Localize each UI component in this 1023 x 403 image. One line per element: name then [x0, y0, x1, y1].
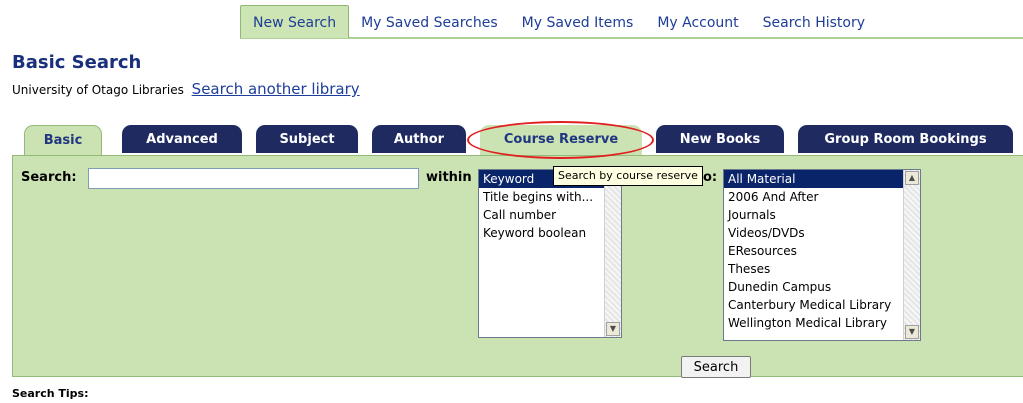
top-nav: New Search My Saved Searches My Saved It… [240, 4, 877, 38]
within-scrollbar[interactable]: ▼ [604, 170, 621, 337]
within-option[interactable]: Title begins with... [479, 188, 621, 206]
within-option[interactable]: Call number [479, 206, 621, 224]
search-button[interactable]: Search [681, 356, 751, 378]
nav-tab-label: Search History [762, 15, 866, 31]
limit-option[interactable]: Dunedin Campus [724, 278, 920, 296]
search-type-tabs: Basic Advanced Subject Author Course Res… [0, 125, 1023, 156]
limit-option[interactable]: Theses [724, 260, 920, 278]
nav-tab-new-search[interactable]: New Search [240, 5, 350, 38]
scroll-down-arrow-icon[interactable]: ▼ [606, 322, 620, 336]
limit-listbox[interactable]: All Material 2006 And After Journals Vid… [723, 169, 921, 341]
within-listbox[interactable]: Keyword Title begins with... Call number… [478, 169, 622, 338]
within-label: within [426, 170, 472, 185]
scroll-up-arrow-icon[interactable]: ▲ [905, 171, 919, 185]
search-label: Search: [21, 170, 77, 185]
limit-option[interactable]: Wellington Medical Library [724, 314, 920, 332]
limit-label: o: [703, 170, 718, 185]
limit-scrollbar[interactable]: ▲ ▼ [903, 170, 920, 340]
page-title: Basic Search [12, 52, 142, 73]
nav-tab-my-account[interactable]: My Account [645, 8, 750, 38]
tab-new-books[interactable]: New Books [656, 125, 784, 153]
tab-subject[interactable]: Subject [256, 125, 358, 153]
search-input[interactable] [88, 168, 419, 189]
nav-tab-label: My Saved Searches [361, 15, 498, 31]
nav-tab-saved-items[interactable]: My Saved Items [510, 8, 646, 38]
limit-option[interactable]: EResources [724, 242, 920, 260]
library-name: University of Otago Libraries [12, 83, 184, 97]
search-another-library-link[interactable]: Search another library [192, 80, 360, 98]
nav-tab-saved-searches[interactable]: My Saved Searches [349, 8, 510, 38]
tab-course-reserve[interactable]: Course Reserve [480, 125, 642, 155]
tab-advanced[interactable]: Advanced [122, 125, 242, 153]
limit-option[interactable]: Videos/DVDs [724, 224, 920, 242]
tab-author[interactable]: Author [372, 125, 466, 153]
limit-option[interactable]: Journals [724, 206, 920, 224]
course-reserve-tooltip: Search by course reserve [553, 166, 703, 186]
within-option[interactable]: Keyword boolean [479, 224, 621, 242]
search-tips-label: Search Tips: [12, 387, 89, 400]
tab-group-room-bookings[interactable]: Group Room Bookings [798, 125, 1013, 153]
limit-option[interactable]: All Material [724, 170, 920, 188]
scroll-down-arrow-icon[interactable]: ▼ [905, 325, 919, 339]
nav-tab-label: My Account [657, 15, 739, 31]
limit-option[interactable]: 2006 And After [724, 188, 920, 206]
nav-tab-label: New Search [253, 15, 337, 31]
nav-tab-label: My Saved Items [521, 15, 634, 31]
limit-option[interactable]: Canterbury Medical Library [724, 296, 920, 314]
nav-tab-search-history[interactable]: Search History [751, 8, 877, 38]
tab-basic[interactable]: Basic [24, 125, 102, 156]
library-line: University of Otago Libraries Search ano… [12, 80, 360, 98]
